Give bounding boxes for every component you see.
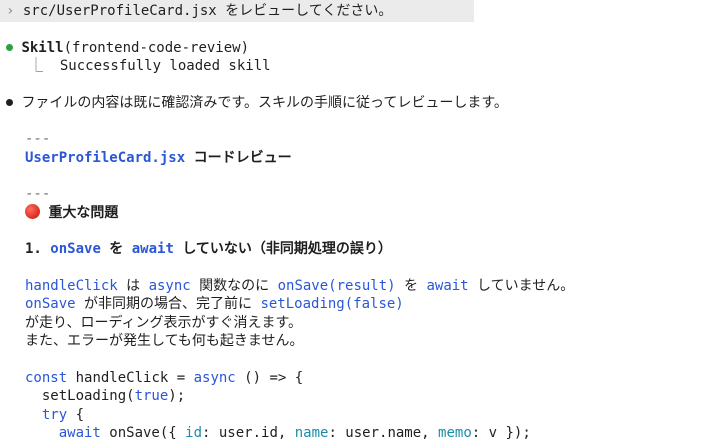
- code-keyword: try: [25, 407, 68, 423]
- inline-code: setLoading(false): [260, 296, 404, 312]
- code-text: onSave({: [100, 425, 186, 441]
- skill-status-line: ⎿ Successfully loaded skill: [29, 57, 271, 75]
- code-property: memo: [438, 425, 472, 441]
- section-heading: 重大な問題: [25, 203, 119, 222]
- message-dot-icon: [6, 98, 13, 106]
- para-line-3: が走り、ローディング表示がすぐ消えます。: [25, 315, 303, 331]
- code-text: {: [67, 407, 85, 423]
- prompt-chevron-icon: ›: [6, 3, 15, 19]
- issue-text-2: していない（非同期処理の誤り）: [173, 241, 392, 257]
- para-line-4: また、エラーが発生しても何も起きません。: [25, 333, 304, 349]
- code-keyword: async: [193, 370, 236, 386]
- code-text: : user.name,: [328, 425, 439, 441]
- status-dot-icon: [6, 43, 13, 51]
- code-text: );: [168, 388, 186, 404]
- para-text: は: [117, 278, 149, 294]
- review-title-suffix: コードレビュー: [185, 150, 292, 166]
- prompt-text: src/UserProfileCard.jsx をレビューしてください。: [22, 3, 393, 19]
- para-line-2: onSave が非同期の場合、完了前に setLoading(false): [25, 295, 404, 313]
- branch-icon: ⎿: [29, 58, 43, 74]
- separator-2: ---: [25, 186, 51, 202]
- inline-code: handleClick: [25, 278, 118, 294]
- red-circle-icon: [25, 203, 40, 219]
- para-text: を: [395, 278, 427, 294]
- section-heading-text: 重大な問題: [48, 205, 119, 221]
- issue-heading: 1. onSave を await していない（非同期処理の誤り）: [25, 240, 392, 258]
- review-title: UserProfileCard.jsx コードレビュー: [25, 149, 292, 167]
- code-text: handleClick =: [67, 370, 194, 386]
- separator-1: ---: [25, 131, 51, 147]
- code-line-3: try {: [25, 406, 84, 424]
- skill-name: Skill: [21, 40, 64, 56]
- inline-code: await: [426, 278, 469, 294]
- message-text: ファイルの内容は既に確認済みです。スキルの手順に従ってレビューします。: [21, 95, 508, 111]
- code-text: : v });: [471, 425, 531, 441]
- issue-code-2: await: [131, 241, 174, 257]
- skill-status: Successfully loaded skill: [59, 58, 271, 74]
- para-text: が非同期の場合、完了前に: [75, 296, 261, 312]
- para-text: 関数なのに: [190, 278, 278, 294]
- issue-code-1: onSave: [50, 241, 101, 257]
- code-keyword: await: [25, 425, 101, 441]
- code-line-2: setLoading(true);: [25, 387, 185, 405]
- issue-text-1: を: [100, 241, 132, 257]
- code-keyword: const: [25, 370, 68, 386]
- issue-number: 1.: [25, 241, 42, 257]
- code-line-4: await onSave({ id: user.id, name: user.n…: [25, 424, 531, 442]
- para-text: していません。: [468, 278, 575, 294]
- assistant-message: ファイルの内容は既に確認済みです。スキルの手順に従ってレビューします。: [6, 94, 508, 112]
- skill-line: Skill(frontend-code-review): [6, 39, 249, 57]
- para-line-1: handleClick は async 関数なのに onSave(result)…: [25, 277, 574, 295]
- code-text: () => {: [235, 370, 304, 386]
- inline-code: async: [148, 278, 191, 294]
- review-title-file: UserProfileCard.jsx: [25, 150, 186, 166]
- code-property: name: [294, 425, 329, 441]
- code-text: setLoading(: [25, 388, 135, 404]
- code-property: id: [185, 425, 203, 441]
- inline-code: onSave: [25, 296, 76, 312]
- prompt-line: › src/UserProfileCard.jsx をレビューしてください。: [6, 2, 392, 20]
- skill-arg: (frontend-code-review): [63, 40, 250, 56]
- inline-code: onSave(result): [277, 278, 396, 294]
- code-text: : user.id,: [202, 425, 295, 441]
- code-keyword: true: [134, 388, 169, 404]
- code-line-1: const handleClick = async () => {: [25, 369, 303, 387]
